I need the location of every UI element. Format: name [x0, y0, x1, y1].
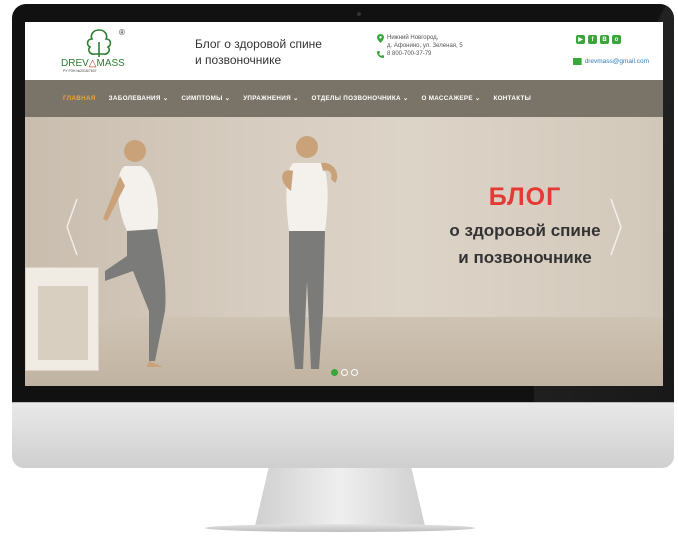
hero-title: БЛОГ: [488, 183, 562, 211]
brand-suffix: MASS: [96, 58, 125, 69]
tagline-line2: и позвоночнике: [195, 53, 282, 67]
vk-icon[interactable]: B: [600, 35, 609, 44]
youtube-icon[interactable]: ▶: [576, 35, 585, 44]
website-screen: ® DREV△MASS РУ РЗН №2018/7607 Блог о здо…: [25, 22, 663, 386]
tagline-line1: Блог о здоровой спине: [195, 37, 322, 51]
phone-number[interactable]: 8 800-700-37-79: [387, 50, 431, 58]
slider-prev-arrow-icon[interactable]: [65, 197, 79, 257]
site-tagline: Блог о здоровой спине и позвоночнике: [195, 36, 335, 68]
registration-number: РУ РЗН №2018/7607: [63, 69, 97, 73]
hero-slider: БЛОГ о здоровой спине и позвоночнике: [25, 117, 663, 386]
slider-dot-3[interactable]: [351, 369, 358, 376]
hero-subtitle: о здоровой спине и позвоночнике: [415, 217, 635, 271]
hero-subtitle-line1: о здоровой спине: [449, 221, 601, 240]
monitor-chin: [12, 402, 674, 468]
nav-item-symptoms[interactable]: СИМПТОМЫ ⌄: [181, 95, 230, 102]
address-line1: Нижний Новгород,: [387, 35, 439, 41]
main-navigation: ГЛАВНАЯ ЗАБОЛЕВАНИЯ ⌄ СИМПТОМЫ ⌄ УПРАЖНЕ…: [25, 80, 663, 117]
nav-item-home[interactable]: ГЛАВНАЯ: [63, 95, 96, 102]
phone-row[interactable]: 8 800-700-37-79: [377, 50, 463, 58]
slider-dot-2[interactable]: [341, 369, 348, 376]
monitor-base: [205, 524, 475, 532]
social-links: ▶ f B о: [576, 35, 621, 44]
tree-logo-icon: [86, 29, 112, 57]
camera-dot: [357, 12, 361, 16]
hero-subtitle-line2: и позвоночнике: [458, 248, 592, 267]
monitor-stand: [255, 468, 425, 526]
monitor-mockup: ® DREV△MASS РУ РЗН №2018/7607 Блог о здо…: [0, 0, 678, 542]
email-link[interactable]: drevmass@gmail.com: [572, 58, 649, 65]
address-line2: д. Афонино, ул. Зеленая, 5: [387, 43, 463, 49]
phone-icon: [377, 51, 384, 58]
envelope-icon: [572, 58, 582, 65]
site-logo[interactable]: ® DREV△MASS РУ РЗН №2018/7607: [61, 28, 141, 74]
registered-mark: ®: [119, 28, 125, 37]
address-row: Нижний Новгород, д. Афонино, ул. Зеленая…: [377, 34, 463, 50]
slider-dots: [331, 369, 358, 376]
contact-block: Нижний Новгород, д. Афонино, ул. Зеленая…: [377, 34, 463, 58]
email-address[interactable]: drevmass@gmail.com: [585, 58, 649, 65]
nav-item-about-massager[interactable]: О МАССАЖЕРЕ ⌄: [421, 95, 480, 102]
nav-item-exercises[interactable]: УПРАЖНЕНИЯ ⌄: [243, 95, 298, 102]
location-pin-icon: [377, 34, 384, 43]
ok-icon[interactable]: о: [612, 35, 621, 44]
slider-dot-1[interactable]: [331, 369, 338, 376]
brand-prefix: DREV: [61, 58, 89, 69]
woman-standing-image: [282, 136, 338, 369]
nav-item-diseases[interactable]: ЗАБОЛЕВАНИЯ ⌄: [109, 95, 169, 102]
nav-item-spine-sections[interactable]: ОТДЕЛЫ ПОЗВОНОЧНИКА ⌄: [312, 95, 409, 102]
brand-mid: △: [88, 58, 97, 69]
site-header: ® DREV△MASS РУ РЗН №2018/7607 Блог о здо…: [25, 22, 663, 80]
nav-item-contacts[interactable]: КОНТАКТЫ: [493, 95, 531, 102]
facebook-icon[interactable]: f: [588, 35, 597, 44]
brand-name: DREV△MASS: [61, 58, 125, 69]
